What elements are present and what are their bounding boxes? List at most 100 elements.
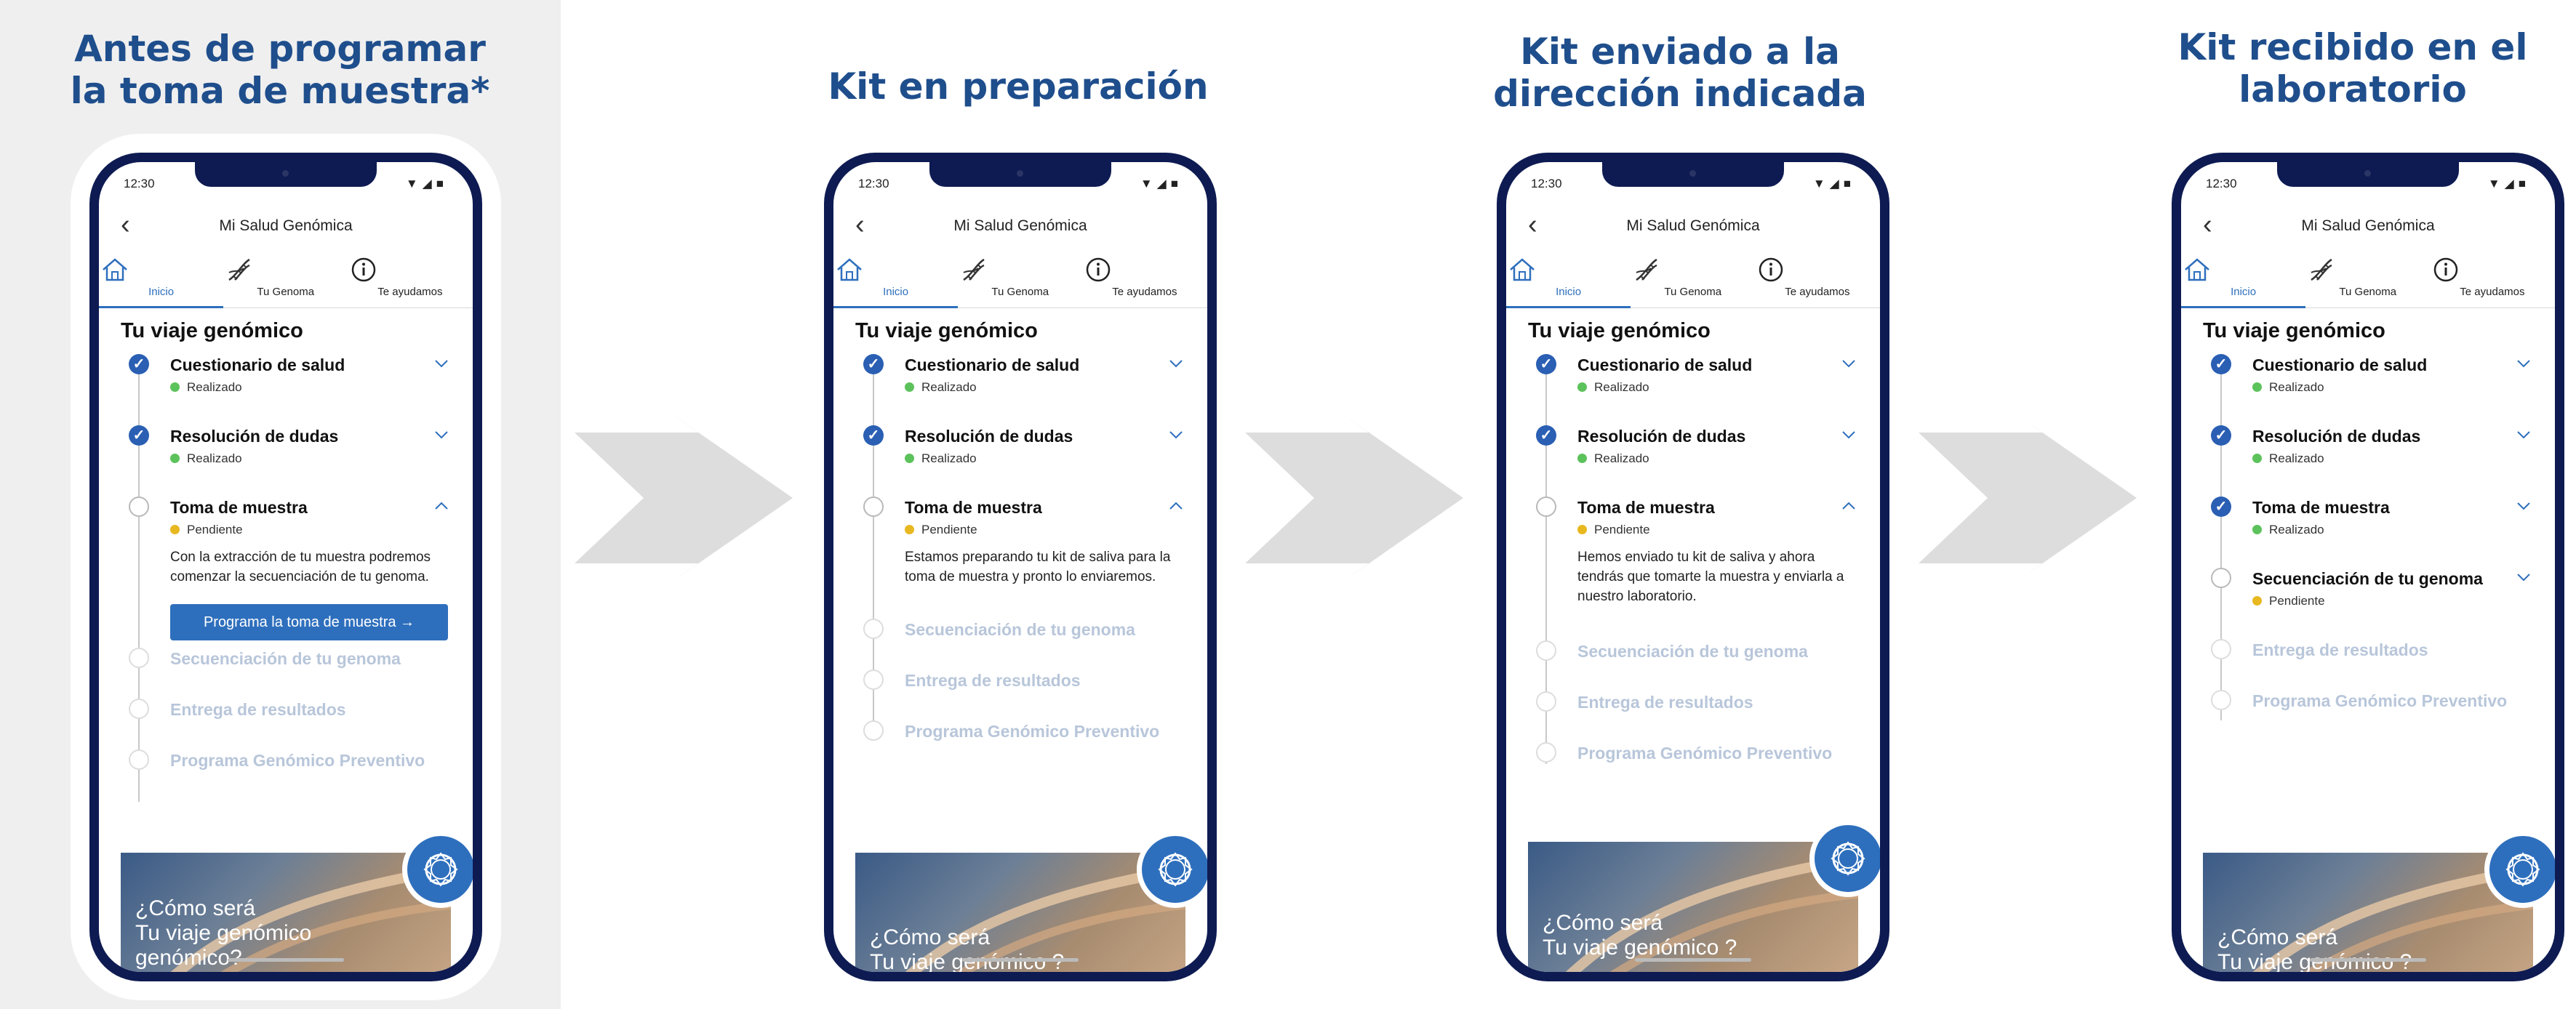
tab-te-ayudamos[interactable]: Te ayudamos bbox=[1082, 249, 1207, 307]
status-time: 12:30 bbox=[858, 177, 889, 190]
step-toma-muestra[interactable]: Toma de muestra Pendiente Estamos prepar… bbox=[855, 497, 1193, 598]
tab-tu-genoma[interactable]: Tu Genoma bbox=[223, 249, 348, 307]
promo-text: ¿Cómo será Tu viaje genómico ? bbox=[870, 925, 1064, 972]
promo-banner[interactable]: ¿Cómo será Tu viaje genómico ? bbox=[2203, 853, 2533, 972]
assistant-fab[interactable] bbox=[402, 831, 473, 908]
home-indicator bbox=[1635, 958, 1751, 962]
future-circle-icon bbox=[129, 699, 149, 719]
status-dot bbox=[2252, 596, 2262, 606]
chevron-down-icon[interactable] bbox=[432, 354, 451, 373]
step-toma-muestra[interactable]: Toma de muestra Pendiente Con la extracc… bbox=[121, 497, 458, 642]
promo-banner[interactable]: ¿Cómo será Tu viaje genómico genómico? bbox=[121, 853, 451, 972]
phone-screen: 12:30 ▼◢■ ‹ Mi Salud Genómica Inicio Tu … bbox=[2181, 162, 2555, 972]
chevron-down-icon[interactable] bbox=[1167, 354, 1185, 373]
step-resolucion[interactable]: ✓ Resolución de dudas Realizado bbox=[1528, 425, 1865, 476]
app-title: Mi Salud Genómica bbox=[953, 217, 1087, 234]
chevron-down-icon[interactable] bbox=[2514, 568, 2533, 587]
status-dot bbox=[2252, 525, 2262, 534]
step-status: Realizado bbox=[905, 380, 977, 395]
step-toma-muestra[interactable]: Toma de muestra Pendiente Hemos enviado … bbox=[1528, 497, 1865, 620]
step-resolucion[interactable]: ✓ Resolución de dudas Realizado bbox=[855, 425, 1193, 476]
assistant-icon bbox=[1831, 841, 1865, 876]
tab-te-ayudamos[interactable]: Te ayudamos bbox=[2430, 249, 2554, 307]
step-label: Entrega de resultados bbox=[170, 700, 346, 719]
panel-title-line: Kit en preparación bbox=[828, 65, 1209, 108]
tab-te-ayudamos[interactable]: Te ayudamos bbox=[348, 249, 472, 307]
future-circle-icon bbox=[863, 720, 884, 741]
journey-title: Tu viaje genómico bbox=[1528, 319, 1711, 342]
status-text: Pendiente bbox=[187, 523, 243, 536]
chevron-up-icon[interactable] bbox=[432, 497, 451, 515]
check-icon: ✓ bbox=[1536, 354, 1556, 374]
step-label: Toma de muestra bbox=[170, 498, 308, 517]
step-status: Realizado bbox=[2252, 451, 2324, 466]
step-toma-muestra[interactable]: ✓ Toma de muestra Realizado bbox=[2203, 497, 2540, 547]
assistant-fab[interactable] bbox=[1137, 831, 1207, 908]
tab-inicio[interactable]: Inicio bbox=[833, 249, 959, 308]
chevron-down-icon[interactable] bbox=[2514, 425, 2533, 444]
step-label: Entrega de resultados bbox=[2252, 640, 2428, 659]
chevron-down-icon[interactable] bbox=[1839, 425, 1858, 444]
step-label: Programa Genómico Preventivo bbox=[1577, 744, 1833, 763]
step-label: Entrega de resultados bbox=[905, 671, 1081, 690]
tab-label: Tu Genoma bbox=[991, 286, 1049, 298]
step-cuestionario[interactable]: ✓ Cuestionario de salud Realizado bbox=[855, 354, 1193, 405]
chevron-up-icon[interactable] bbox=[1167, 497, 1185, 515]
tab-label: Inicio bbox=[1556, 286, 1582, 298]
future-circle-icon bbox=[129, 648, 149, 668]
tab-te-ayudamos[interactable]: Te ayudamos bbox=[1755, 249, 1879, 307]
step-label: Resolución de dudas bbox=[170, 427, 339, 446]
step-status: Realizado bbox=[905, 451, 977, 466]
step-programa: Programa Genómico Preventivo bbox=[2203, 690, 2540, 719]
status-time: 12:30 bbox=[124, 177, 155, 190]
chevron-down-icon[interactable] bbox=[2514, 497, 2533, 515]
step-programa: Programa Genómico Preventivo bbox=[1528, 742, 1865, 771]
step-label: Secuenciación de tu genoma bbox=[1577, 642, 1808, 661]
chevron-up-icon[interactable] bbox=[1839, 497, 1858, 515]
dna-icon bbox=[2311, 258, 2332, 281]
future-circle-icon bbox=[1536, 691, 1556, 712]
tab-label: Tu Genoma bbox=[257, 286, 315, 298]
step-resolucion[interactable]: ✓ Resolución de dudas Realizado bbox=[121, 425, 458, 476]
app-title: Mi Salud Genómica bbox=[2301, 217, 2435, 234]
status-text: Realizado bbox=[1594, 380, 1649, 394]
tab-tu-genoma[interactable]: Tu Genoma bbox=[1631, 249, 1755, 307]
app-header: ‹ Mi Salud Genómica bbox=[99, 207, 473, 244]
status-dot bbox=[1577, 382, 1587, 392]
signal-wifi-battery-icon: ▼◢■ bbox=[2487, 177, 2530, 190]
tab-tu-genoma[interactable]: Tu Genoma bbox=[2305, 249, 2430, 307]
step-cuestionario[interactable]: ✓ Cuestionario de salud Realizado bbox=[2203, 354, 2540, 405]
chevron-down-icon[interactable] bbox=[2514, 354, 2533, 373]
step-label: Secuenciación de tu genoma bbox=[170, 649, 401, 668]
tab-inicio[interactable]: Inicio bbox=[2181, 249, 2306, 308]
step-cuestionario[interactable]: ✓ Cuestionario de salud Realizado bbox=[121, 354, 458, 405]
status-dot bbox=[170, 454, 180, 463]
chevron-down-icon[interactable] bbox=[1167, 425, 1185, 444]
step-entrega: Entrega de resultados bbox=[2203, 639, 2540, 668]
step-cuestionario[interactable]: ✓ Cuestionario de salud Realizado bbox=[1528, 354, 1865, 405]
promo-banner[interactable]: ¿Cómo será Tu viaje genómico ? bbox=[855, 853, 1185, 972]
tab-inicio[interactable]: Inicio bbox=[99, 249, 224, 308]
step-secuenciacion: Secuenciación de tu genoma bbox=[121, 648, 458, 677]
step-secuenciacion[interactable]: Secuenciación de tu genoma Pendiente bbox=[2203, 568, 2540, 619]
info-icon bbox=[2434, 257, 2458, 282]
check-icon: ✓ bbox=[2211, 354, 2231, 374]
chevron-down-icon[interactable] bbox=[432, 425, 451, 444]
dna-icon bbox=[228, 258, 250, 281]
tab-tu-genoma[interactable]: Tu Genoma bbox=[958, 249, 1082, 307]
chevron-down-icon[interactable] bbox=[1839, 354, 1858, 373]
status-dot bbox=[2252, 382, 2262, 392]
step-secuenciacion: Secuenciación de tu genoma bbox=[1528, 640, 1865, 670]
assistant-fab[interactable] bbox=[2484, 831, 2555, 908]
step-status: Realizado bbox=[1577, 380, 1649, 395]
promo-banner[interactable]: ¿Cómo será Tu viaje genómico ? bbox=[1528, 842, 1858, 972]
panel-title-line: Antes de programar bbox=[74, 28, 486, 70]
status-dot bbox=[170, 382, 180, 392]
step-status: Realizado bbox=[2252, 523, 2324, 537]
assistant-fab[interactable] bbox=[1809, 820, 1880, 897]
step-resolucion[interactable]: ✓ Resolución de dudas Realizado bbox=[2203, 425, 2540, 476]
tab-inicio[interactable]: Inicio bbox=[1506, 249, 1631, 308]
step-status: Realizado bbox=[170, 380, 242, 395]
schedule-sample-button[interactable]: Programa la toma de muestra → bbox=[170, 604, 448, 640]
status-text: Realizado bbox=[187, 451, 242, 465]
